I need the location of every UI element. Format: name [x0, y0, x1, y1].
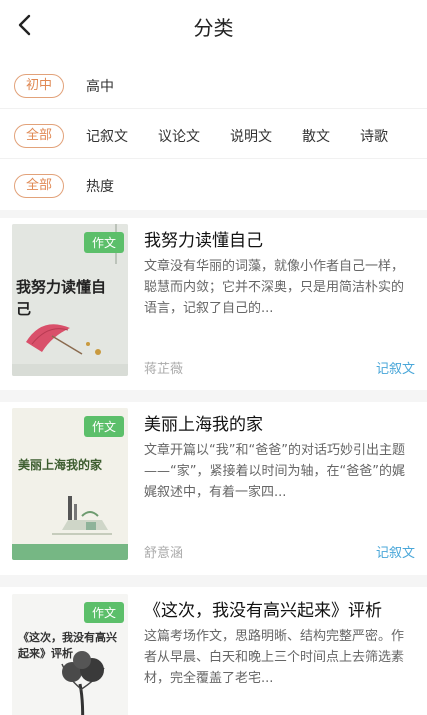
article-cover: 我努力读懂自己 作文 [12, 224, 128, 376]
article-cover: 美丽上海我的家 作文 [12, 408, 128, 560]
article-description: 这篇考场作文，思路明晰、结构完整严密。作者从早晨、白天和晚上三个时间点上去筛选素… [144, 629, 405, 686]
genre-option-poetry[interactable]: 诗歌 [360, 126, 388, 146]
card-separator [0, 575, 427, 587]
divider [0, 158, 427, 159]
genre-filter-row: 全部 记叙文 议论文 说明文 散文 诗歌 [0, 116, 427, 156]
sort-filter-row: 全部 热度 [0, 166, 427, 206]
article-card[interactable]: 美丽上海我的家 作文 美丽上海我的家 文章开篇以“我”和“爸爸”的对话巧妙引出主… [0, 402, 427, 572]
type-tag: 作文 [83, 416, 124, 437]
article-author: 蒋芷薇 [144, 362, 184, 377]
type-tag: 作文 [83, 602, 124, 623]
article-title[interactable]: 《这次，我没有高兴起来》评析 [144, 596, 382, 621]
grade-selected-chip[interactable]: 初中 [14, 74, 65, 98]
sort-selected-chip[interactable]: 全部 [14, 174, 65, 198]
grade-option-high[interactable]: 高中 [86, 76, 114, 96]
article-author: 舒意涵 [144, 546, 184, 561]
genre-option-narrative[interactable]: 记叙文 [86, 126, 128, 146]
divider [0, 108, 427, 109]
article-description: 文章开篇以“我”和“爸爸”的对话巧妙引出主题——“家”，紧接着以时间为轴，在“爸… [144, 443, 405, 500]
cover-title: 美丽上海我的家 [18, 458, 103, 472]
article-card[interactable]: 《这次，我没有高兴起来》评析 作文 《这次，我没有高兴起来》评析 这篇考场作文，… [0, 588, 427, 715]
page-title: 分类 [193, 16, 234, 40]
article-cover: 《这次，我没有高兴起来》评析 作文 [12, 594, 128, 715]
type-tag: 作文 [83, 232, 124, 253]
article-category[interactable]: 记叙文 [376, 542, 415, 561]
article-category[interactable]: 记叙文 [376, 358, 415, 377]
section-gap [0, 210, 427, 218]
article-card[interactable]: 我努力读懂自己 作文 我努力读懂自己 文章没有华丽的词藻，就像小作者自己一样，聪… [0, 218, 427, 388]
article-description: 文章没有华丽的词藻，就像小作者自己一样，聪慧而内敛；它并不深奥，只是用简洁朴实的… [144, 259, 405, 316]
cover-title: 《这次，我没有高兴起来》评析 [18, 631, 117, 660]
sort-option-popularity[interactable]: 热度 [86, 176, 114, 196]
genre-selected-chip[interactable]: 全部 [14, 124, 65, 148]
genre-option-prose[interactable]: 散文 [302, 126, 330, 146]
genre-option-expository[interactable]: 说明文 [230, 126, 272, 146]
genre-option-argumentative[interactable]: 议论文 [158, 126, 200, 146]
article-title[interactable]: 我努力读懂自己 [144, 226, 263, 251]
grade-filter-row: 初中 高中 [0, 66, 427, 106]
card-separator [0, 390, 427, 402]
top-bar: 分类 [0, 0, 427, 52]
article-title[interactable]: 美丽上海我的家 [144, 410, 263, 435]
cover-title: 我努力读懂自己 [16, 278, 107, 318]
